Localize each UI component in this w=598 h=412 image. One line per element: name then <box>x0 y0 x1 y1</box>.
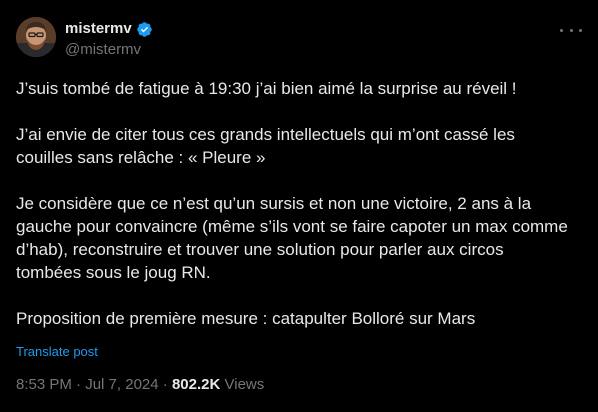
tweet-date[interactable]: Jul 7, 2024 <box>85 376 158 393</box>
tweet-time[interactable]: 8:53 PM <box>16 376 72 393</box>
author-handle[interactable]: @mistermv <box>65 41 141 59</box>
tweet-paragraph: J’suis tombé de fatigue à 19:30 j’ai bie… <box>16 79 517 98</box>
more-horizontal-icon-dot <box>569 28 573 32</box>
verified-badge-icon[interactable] <box>136 21 153 38</box>
tweet-paragraph: J’ai envie de citer tous ces grands inte… <box>16 125 515 167</box>
tweet-text: J’suis tombé de fatigue à 19:30 j’ai bie… <box>16 77 586 330</box>
more-horizontal-icon-dot <box>579 28 582 32</box>
author-name-row[interactable]: mistermv <box>65 20 153 38</box>
author-display-name[interactable]: mistermv <box>65 20 132 38</box>
meta-separator: · <box>162 376 168 393</box>
more-horizontal-icon-dot <box>560 28 563 32</box>
tweet-paragraph: Je considère que ce n’est qu’un sursis e… <box>16 194 568 282</box>
translate-post-link[interactable]: Translate post <box>16 344 98 360</box>
views-label: Views <box>224 376 265 393</box>
tweet-card: mistermv @mistermv J’suis tombé de fatig… <box>0 0 598 412</box>
avatar-photo-icon <box>16 17 56 57</box>
more-options-button[interactable] <box>560 22 582 38</box>
meta-separator: · <box>76 376 82 393</box>
tweet-paragraph: Proposition de première mesure : catapul… <box>16 309 476 328</box>
tweet-metadata: 8:53 PM · Jul 7, 2024 · 802.2K Views <box>16 376 264 394</box>
avatar[interactable] <box>16 17 56 57</box>
views-count[interactable]: 802.2K <box>172 376 220 393</box>
